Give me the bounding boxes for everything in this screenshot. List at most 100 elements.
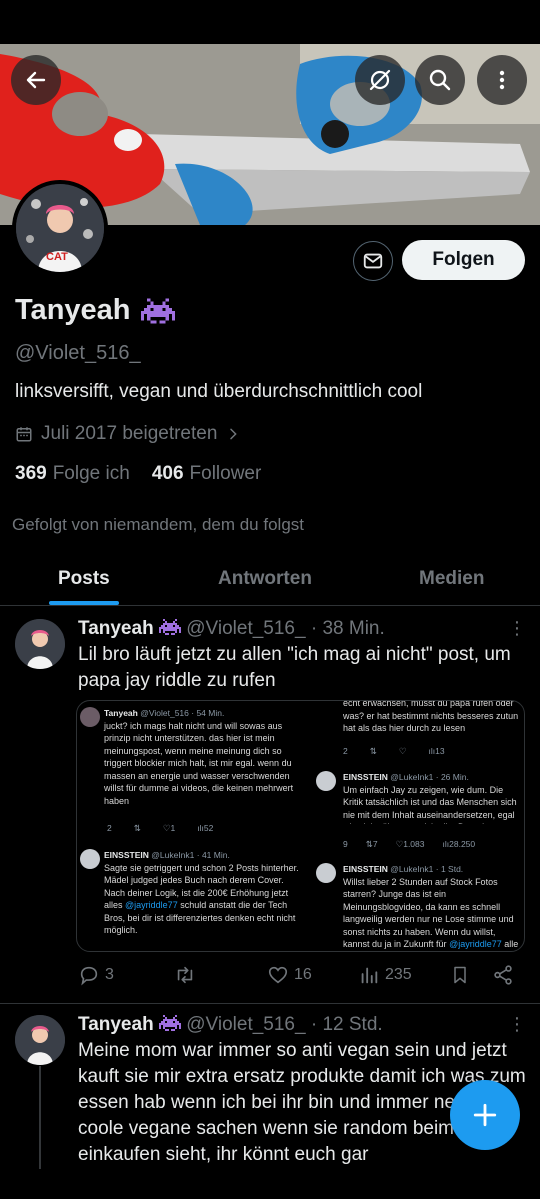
repost-icon bbox=[177, 966, 193, 984]
avatar-image bbox=[15, 619, 65, 669]
profile-name-row: Tanyeah bbox=[15, 294, 175, 327]
repost-button[interactable] bbox=[173, 964, 202, 986]
profile-handle: @Violet_516_ bbox=[15, 342, 141, 364]
embedded-stats: 9 ⇅7 ♡1.083 ılı28.250 bbox=[343, 839, 476, 849]
embedded-stats: 2 ⇅ ♡1 ılı52 bbox=[107, 823, 214, 833]
following-label: Folge ich bbox=[52, 463, 130, 484]
following-count: 369 bbox=[15, 463, 47, 484]
share-icon bbox=[494, 965, 512, 985]
embedded-name: EINSSTEIN bbox=[343, 864, 388, 874]
follow-button[interactable]: Folgen bbox=[402, 240, 525, 280]
shuffle-icon bbox=[369, 69, 391, 91]
bookmark-icon bbox=[454, 966, 466, 984]
more-button[interactable] bbox=[477, 55, 527, 105]
embedded-tweet: EINSSTEIN @LukeInk1 · 1 Std. Willst lieb… bbox=[343, 863, 523, 951]
reply-count: 3 bbox=[105, 966, 114, 983]
profile-tabs: Posts Antworten Medien bbox=[0, 556, 540, 606]
embedded-reply-count: 9 bbox=[343, 839, 348, 849]
post-text: Lil bro läuft jetzt zu allen "ich mag ai… bbox=[78, 644, 511, 691]
embedded-handle: @LukeInk1 bbox=[390, 864, 434, 874]
tab-replies[interactable]: Antworten bbox=[218, 568, 312, 590]
embedded-reply-count: 2 bbox=[107, 823, 112, 833]
more-vertical-icon bbox=[499, 70, 505, 90]
post-author-name[interactable]: Tanyeah bbox=[78, 618, 154, 639]
embedded-time: · 1 Std. bbox=[435, 864, 464, 874]
bookmark-button[interactable] bbox=[450, 964, 470, 986]
post-avatar[interactable] bbox=[15, 1015, 65, 1065]
post-more-icon[interactable]: ⋮ bbox=[508, 618, 526, 639]
back-button[interactable] bbox=[11, 55, 61, 105]
embedded-name: Tanyeah bbox=[104, 708, 138, 718]
post-media[interactable]: Tanyeah @Violet_516 · 54 Min. juckt? ich… bbox=[76, 700, 525, 952]
plus-icon bbox=[473, 1103, 497, 1127]
message-button[interactable] bbox=[353, 241, 393, 281]
post-time: · 12 Std. bbox=[310, 1014, 383, 1035]
calendar-icon bbox=[16, 427, 32, 442]
views-button[interactable]: 235 bbox=[358, 964, 412, 986]
alien-icon bbox=[158, 619, 181, 635]
profile-avatar[interactable]: CAT bbox=[12, 180, 108, 276]
avatar: CAT bbox=[16, 184, 104, 272]
search-icon bbox=[429, 69, 451, 91]
joined-label: Juli 2017 beigetreten bbox=[41, 423, 218, 444]
joined-date[interactable]: Juli 2017 beigetreten bbox=[15, 423, 241, 445]
mail-icon bbox=[363, 253, 383, 269]
embedded-time: · 54 Min. bbox=[191, 708, 225, 718]
post-author-handle: @Violet_516_ bbox=[186, 618, 306, 639]
search-button[interactable] bbox=[415, 55, 465, 105]
avatar-image bbox=[15, 1015, 65, 1065]
embedded-repost-count: 7 bbox=[372, 839, 378, 849]
tab-media[interactable]: Medien bbox=[419, 568, 484, 590]
profile-name: Tanyeah bbox=[15, 294, 131, 326]
embedded-avatar bbox=[316, 863, 336, 883]
post-actions: 3 16 235 bbox=[78, 964, 518, 992]
embedded-tweet: EINSSTEIN @LukeInk1 · 41 Min. Sagte sie … bbox=[104, 849, 304, 937]
alien-icon bbox=[158, 1015, 181, 1031]
post-time: · 38 Min. bbox=[310, 618, 385, 639]
post-more-icon[interactable]: ⋮ bbox=[508, 1014, 526, 1035]
thread-line bbox=[39, 1066, 41, 1169]
post-author-name[interactable]: Tanyeah bbox=[78, 1014, 154, 1035]
embedded-avatar bbox=[80, 849, 100, 869]
embedded-tweet: EINSSTEIN @LukeInk1 · 26 Min. Um einfach… bbox=[343, 771, 523, 824]
avatar-image: CAT bbox=[16, 184, 104, 272]
embedded-text: echt erwachsen, musst du papa rufen oder… bbox=[343, 700, 519, 733]
reply-button[interactable]: 3 bbox=[78, 964, 114, 986]
post-divider bbox=[0, 1003, 540, 1004]
grok-button[interactable] bbox=[355, 55, 405, 105]
embedded-tweet: Tanyeah @Violet_516 · 54 Min. juckt? ich… bbox=[104, 707, 304, 807]
media-divider bbox=[305, 701, 311, 951]
followed-by-text: Gefolgt von niemandem, dem du folgst bbox=[12, 515, 304, 534]
share-button[interactable] bbox=[492, 964, 514, 986]
alien-icon bbox=[140, 298, 175, 323]
following-link[interactable]: 369 Folge ich bbox=[15, 463, 130, 485]
post-avatar[interactable] bbox=[15, 619, 65, 669]
embedded-view-count: 52 bbox=[203, 823, 214, 833]
embedded-avatar bbox=[316, 771, 336, 791]
like-count: 16 bbox=[294, 966, 312, 983]
followers-link[interactable]: 406 Follower bbox=[152, 463, 262, 485]
post-header: Tanyeah @Violet_516_ · 12 Std. bbox=[78, 1014, 383, 1036]
followers-count: 406 bbox=[151, 463, 184, 484]
post-header: Tanyeah @Violet_516_ · 38 Min. bbox=[78, 618, 385, 640]
svg-text:CAT: CAT bbox=[46, 251, 68, 263]
embedded-view-count: 13 bbox=[435, 746, 445, 756]
follow-counts: 369 Folge ich 406 Follower bbox=[15, 463, 261, 485]
embedded-avatar bbox=[80, 707, 100, 727]
chevron-right-icon bbox=[230, 428, 238, 440]
reply-icon bbox=[80, 966, 98, 986]
tab-posts[interactable]: Posts bbox=[58, 568, 110, 590]
embedded-name: EINSSTEIN bbox=[104, 850, 149, 860]
embedded-mention: @jayriddle77 bbox=[449, 939, 502, 949]
status-bar bbox=[0, 0, 540, 44]
embedded-handle: @LukeInk1 bbox=[151, 850, 195, 860]
views-icon bbox=[361, 967, 378, 984]
back-arrow-icon bbox=[26, 71, 46, 89]
embedded-reply-count: 2 bbox=[343, 746, 348, 756]
compose-button[interactable] bbox=[450, 1080, 520, 1150]
embedded-view-count: 28.250 bbox=[449, 839, 476, 849]
embedded-handle: @LukeInk1 bbox=[390, 772, 434, 782]
embedded-time: · 41 Min. bbox=[196, 850, 230, 860]
like-button[interactable]: 16 bbox=[267, 964, 312, 986]
like-icon bbox=[268, 966, 288, 984]
